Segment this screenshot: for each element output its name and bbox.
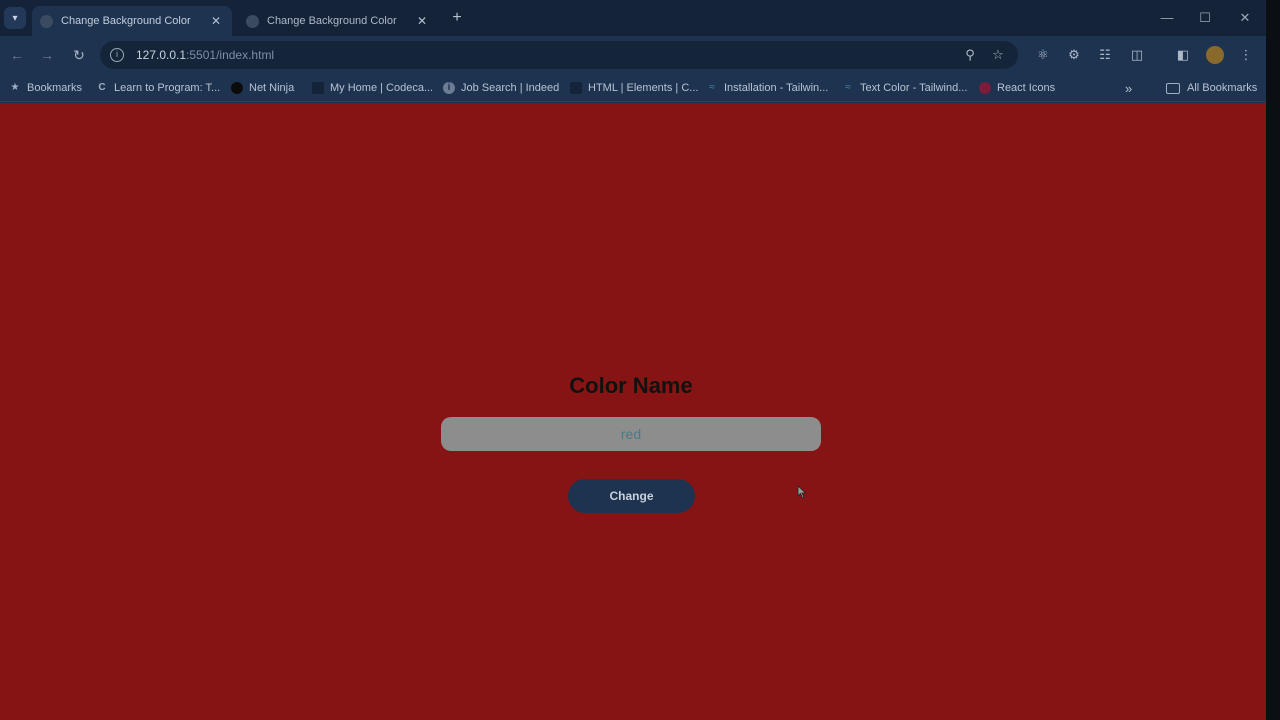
codecademy-icon — [312, 82, 324, 94]
url-host: 127.0.0.1 — [136, 48, 187, 62]
tab-title: Change Background Color — [267, 15, 397, 27]
bookmark-label: My Home | Codeca... — [330, 82, 434, 94]
bookmarks-bar: ★ Bookmarks C Learn to Program: T... Net… — [0, 74, 1266, 102]
tab-strip: ▾ Change Background Color ✕ Change Backg… — [0, 0, 1266, 36]
globe-icon — [40, 14, 53, 28]
browser-toolbar: ← → ↻ i 127.0.0.1 :5501/index.html ⚲ ☆ ⚛… — [0, 36, 1266, 74]
page-content: Color Name Change — [0, 103, 1266, 720]
bookmark-item[interactable]: i Job Search | Indeed — [443, 74, 559, 102]
site-info-icon[interactable]: i — [110, 48, 124, 62]
bookmark-label: React Icons — [997, 82, 1056, 94]
bookmark-star-icon[interactable]: ☆ — [990, 47, 1006, 63]
bookmark-item[interactable]: React Icons — [979, 74, 1055, 102]
translate-icon[interactable]: ☷ — [1096, 46, 1114, 64]
close-tab-icon[interactable]: ✕ — [414, 14, 430, 28]
bookmark-item[interactable]: Net Ninja — [231, 74, 294, 102]
back-arrow-icon[interactable]: ← — [8, 46, 26, 64]
bookmark-label: Learn to Program: T... — [114, 82, 221, 94]
all-bookmarks-folder[interactable]: All Bookmarks — [1166, 74, 1257, 102]
tailwind-icon: ≈ — [709, 82, 715, 93]
all-bookmarks-label: All Bookmarks — [1187, 82, 1258, 94]
bookmark-item[interactable]: C Learn to Program: T... — [96, 74, 220, 102]
change-button[interactable]: Change — [568, 479, 695, 513]
bookmark-item[interactable]: My Home | Codeca... — [312, 74, 433, 102]
reload-icon[interactable]: ↻ — [70, 46, 88, 64]
bookmark-item[interactable]: ≈ Text Color - Tailwind... — [842, 74, 967, 102]
tab-inactive[interactable]: Change Background Color ✕ — [238, 6, 438, 36]
screen-edge — [1266, 0, 1280, 720]
close-tab-icon[interactable]: ✕ — [208, 14, 224, 28]
bookmark-label: Net Ninja — [249, 82, 295, 94]
new-tab-plus-icon[interactable]: + — [448, 9, 466, 27]
bookmark-label: HTML | Elements | C... — [588, 82, 699, 94]
mouse-cursor-icon — [797, 485, 807, 499]
folder-icon — [1166, 82, 1180, 94]
tailwind-icon: ≈ — [845, 82, 851, 93]
browser-window: ▾ Change Background Color ✕ Change Backg… — [0, 0, 1266, 720]
react-devtools-icon[interactable]: ⚛ — [1034, 46, 1052, 64]
bookmark-label: Text Color - Tailwind... — [860, 82, 968, 94]
indeed-icon: i — [443, 82, 455, 94]
mdn-icon — [570, 82, 582, 94]
star-icon: ★ — [10, 82, 20, 93]
bookmark-item[interactable]: ≈ Installation - Tailwin... — [706, 74, 828, 102]
net-ninja-icon — [231, 82, 243, 94]
extensions-puzzle-icon[interactable]: ◫ — [1128, 46, 1146, 64]
globe-icon — [246, 14, 259, 28]
profile-avatar[interactable] — [1206, 46, 1224, 64]
react-icons-icon — [979, 82, 991, 94]
bookmark-item[interactable]: ★ Bookmarks — [9, 74, 83, 102]
more-bookmarks-chevron-icon[interactable]: » — [1125, 74, 1132, 102]
page-title: Color Name — [569, 373, 693, 398]
more-menu-icon[interactable]: ⋮ — [1237, 46, 1255, 64]
close-window-icon[interactable]: ✕ — [1230, 8, 1260, 28]
tab-search-button[interactable]: ▾ — [4, 7, 26, 29]
color-name-input[interactable] — [441, 417, 821, 451]
minimize-icon[interactable]: — — [1152, 8, 1182, 28]
tab-active[interactable]: Change Background Color ✕ — [32, 6, 232, 36]
bookmark-label: Installation - Tailwin... — [724, 82, 829, 94]
maximize-icon[interactable]: ☐ — [1190, 8, 1220, 28]
side-panel-icon[interactable]: ◧ — [1174, 46, 1192, 64]
url-path: :5501/index.html — [186, 48, 275, 62]
codecademy-icon: C — [98, 82, 106, 93]
bookmark-label: Bookmarks — [27, 82, 83, 94]
zoom-icon[interactable]: ⚲ — [962, 47, 978, 63]
bookmark-label: Job Search | Indeed — [461, 82, 560, 94]
tab-title: Change Background Color — [61, 15, 191, 27]
address-bar[interactable]: i 127.0.0.1 :5501/index.html ⚲ ☆ — [100, 41, 1018, 69]
forward-arrow-icon[interactable]: → — [38, 46, 56, 64]
extension-icon[interactable]: ⚙ — [1065, 46, 1083, 64]
bookmark-item[interactable]: HTML | Elements | C... — [570, 74, 698, 102]
